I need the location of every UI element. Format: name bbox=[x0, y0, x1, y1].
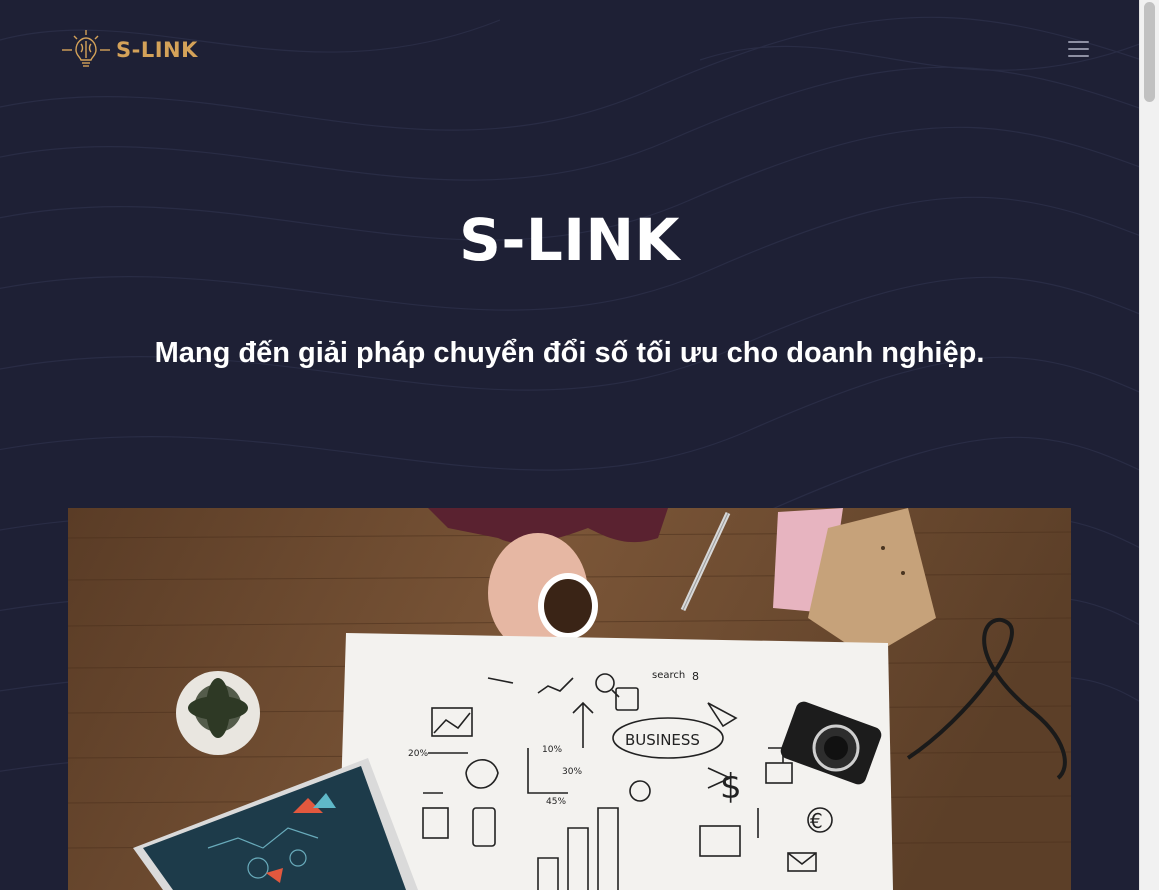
percent-20-label: 20% bbox=[408, 749, 428, 759]
brain-bulb-logo-icon bbox=[62, 30, 110, 67]
percent-10-label: 10% bbox=[542, 745, 562, 755]
site-header: S-LINK bbox=[0, 0, 1139, 100]
euro-sign-doodle: € bbox=[810, 809, 823, 833]
page: S-LINK S-LINK Mang đến giải pháp chuyển … bbox=[0, 0, 1139, 890]
business-desk-illustration: BUSINESS search 8 20% 10% 30% 45% $ € bbox=[68, 508, 1071, 890]
logo-link[interactable]: S-LINK bbox=[62, 30, 198, 70]
hamburger-menu-icon-bar-2 bbox=[1068, 48, 1089, 50]
business-label: BUSINESS bbox=[625, 731, 700, 749]
hamburger-menu-icon-bar-3 bbox=[1068, 55, 1089, 57]
percent-45-label: 45% bbox=[546, 797, 566, 807]
calendar-number: 8 bbox=[692, 670, 699, 683]
search-label: search bbox=[652, 670, 685, 681]
percent-30-label: 30% bbox=[562, 767, 582, 777]
hero-subtitle: Mang đến giải pháp chuyển đổi số tối ưu … bbox=[154, 337, 985, 369]
hamburger-menu-icon-bar-1 bbox=[1068, 41, 1089, 43]
hero-title: S-LINK bbox=[459, 206, 680, 274]
vertical-scrollbar[interactable] bbox=[1139, 0, 1159, 890]
scrollbar-thumb[interactable] bbox=[1144, 2, 1155, 102]
hamburger-menu-button[interactable] bbox=[1066, 38, 1092, 60]
logo-text: S-LINK bbox=[116, 38, 198, 62]
hero-image: BUSINESS search 8 20% 10% 30% 45% $ € bbox=[68, 508, 1071, 890]
dollar-sign-doodle: $ bbox=[720, 767, 742, 807]
